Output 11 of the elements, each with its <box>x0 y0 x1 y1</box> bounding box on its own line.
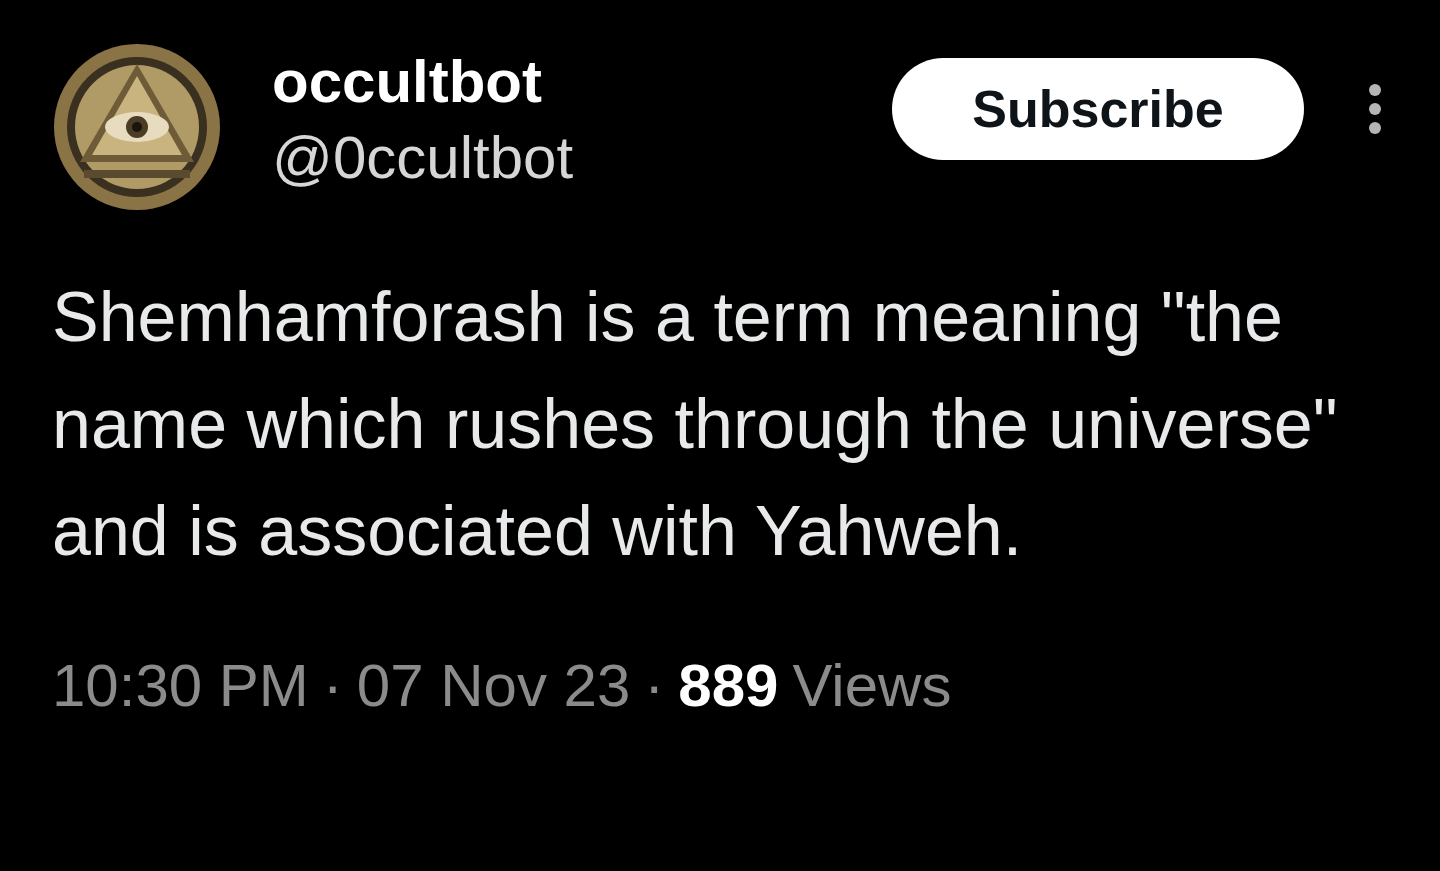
author-name[interactable]: occultbot <box>272 44 574 120</box>
post-meta: Views <box>792 651 952 721</box>
view-count: 889 <box>678 651 779 721</box>
post-meta: 07 Nov 23 <box>356 651 631 721</box>
separator-dot: · <box>322 651 343 721</box>
separator-dot: · <box>644 651 665 721</box>
post-meta: 10:30 PM <box>52 651 309 721</box>
more-icon[interactable] <box>1368 83 1382 135</box>
author-handle[interactable]: @0ccultbot <box>272 120 574 196</box>
post-text: Shemhamforash is a term meaning "the name which rushes through the universe" and is associated with Yahweh. <box>51 277 1339 572</box>
subscribe-button[interactable]: Subscribe <box>892 58 1304 160</box>
